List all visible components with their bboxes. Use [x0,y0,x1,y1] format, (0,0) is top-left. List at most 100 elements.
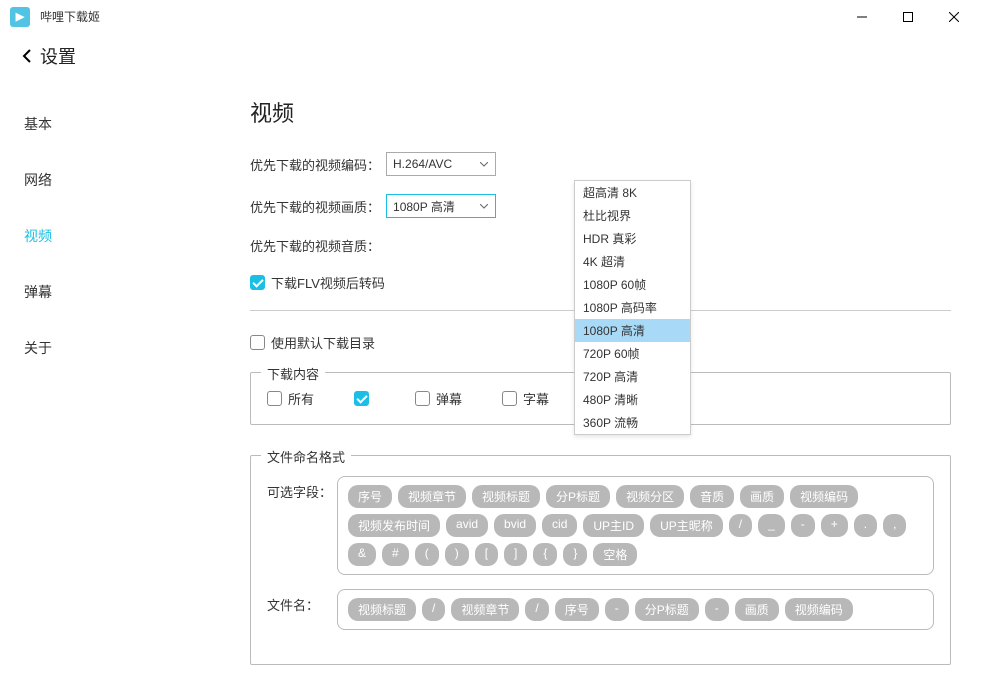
download-content-checkbox[interactable] [267,391,282,406]
sidebar-item-video[interactable]: 视频 [0,208,200,264]
codec-row: 优先下载的视频编码： H.264/AVC [250,152,951,176]
quality-option[interactable]: HDR 真彩 [575,227,690,250]
chevron-down-icon [477,157,491,171]
optional-fields-box: 序号视频章节视频标题分P标题视频分区音质画质视频编码视频发布时间 avid bvid… [337,476,934,575]
quality-option[interactable]: 4K 超清 [575,250,690,273]
filename-chip[interactable]: 视频标题 [348,598,416,621]
filename-chip[interactable]: 分P标题 [635,598,699,621]
sidebar-item-network[interactable]: 网络 [0,152,200,208]
filename-chip[interactable]: 视频章节 [451,598,519,621]
download-content-item [354,389,375,408]
close-button[interactable] [931,2,977,32]
minimize-button[interactable] [839,2,885,32]
optional-field-chip[interactable]: ( [415,543,439,566]
download-content-checkbox[interactable] [502,391,517,406]
optional-field-chip[interactable]: 分P标题 [546,485,610,508]
download-content-label: 字幕 [523,389,549,408]
quality-option[interactable]: 720P 高清 [575,365,690,388]
app-title: 哔哩下载姬 [40,8,839,25]
optional-field-chip[interactable]: ] [504,543,527,566]
optional-field-chip[interactable]: 视频编码 [790,485,858,508]
optional-field-chip[interactable]: } [563,543,587,566]
codec-combo[interactable]: H.264/AVC [386,152,496,176]
codec-label: 优先下载的视频编码： [250,155,380,174]
optional-field-chip[interactable]: / [729,514,752,537]
quality-option[interactable]: 720P 60帧 [575,342,690,365]
filename-chip[interactable]: 画质 [735,598,779,621]
filename-chip[interactable]: - [605,598,629,621]
content-area: 视频 优先下载的视频编码： H.264/AVC 优先下载的视频画质： 1080P… [200,78,981,688]
quality-option[interactable]: 1080P 60帧 [575,273,690,296]
file-naming-title: 文件命名格式 [261,447,351,466]
page-header: 设置 [0,34,981,78]
file-naming-box: 文件命名格式 可选字段： 序号视频章节视频标题分P标题视频分区音质画质视频编码视… [250,455,951,665]
optional-field-chip[interactable]: 视频分区 [616,485,684,508]
quality-combo[interactable]: 1080P 高清 [386,194,496,218]
quality-dropdown: 超高清 8K杜比视界HDR 真彩4K 超清1080P 60帧1080P 高码率1… [574,180,691,435]
optional-field-chip[interactable]: . [854,514,877,537]
audio-label: 优先下载的视频音质： [250,236,380,255]
optional-field-chip[interactable]: { [533,543,557,566]
filename-box: 视频标题/视频章节/序号-分P标题-画质视频编码 [337,589,934,630]
quality-option[interactable]: 360P 流畅 [575,411,690,434]
quality-value: 1080P 高清 [393,198,455,215]
maximize-button[interactable] [885,2,931,32]
optional-field-chip[interactable]: 视频章节 [398,485,466,508]
quality-option[interactable]: 1080P 高码率 [575,296,690,319]
download-content-label: 弹幕 [436,389,462,408]
flv-label: 下载FLV视频后转码 [271,273,385,292]
filename-chip[interactable]: - [705,598,729,621]
optional-field-chip[interactable]: _ [758,514,785,537]
window-controls [839,2,977,32]
filename-chip[interactable]: 序号 [555,598,599,621]
optional-field-chip[interactable]: , [883,514,906,537]
download-content-label: 所有 [288,389,314,408]
chevron-down-icon [477,199,491,213]
filename-label: 文件名： [267,589,337,614]
section-title: 视频 [250,96,951,128]
optional-field-chip[interactable]: + [821,514,848,537]
page-title: 设置 [40,43,76,69]
filename-chip[interactable]: 视频编码 [785,598,853,621]
default-dir-label: 使用默认下载目录 [271,333,375,352]
quality-option[interactable]: 超高清 8K [575,181,690,204]
optional-field-chip[interactable]: UP主昵称 [650,514,723,537]
flv-checkbox[interactable] [250,275,265,290]
sidebar-item-about[interactable]: 关于 [0,320,200,376]
optional-field-chip[interactable]: 序号 [348,485,392,508]
optional-field-chip[interactable]: 视频发布时间 [348,514,440,537]
download-content-title: 下载内容 [261,364,325,383]
download-content-checkbox[interactable] [354,391,369,406]
optional-field-chip[interactable]: cid [542,514,577,537]
optional-field-chip[interactable]: bvid [494,514,536,537]
sidebar-item-danmaku[interactable]: 弹幕 [0,264,200,320]
default-dir-checkbox[interactable] [250,335,265,350]
optional-field-chip[interactable]: ) [445,543,469,566]
optional-field-chip[interactable]: & [348,543,376,566]
codec-value: H.264/AVC [393,157,452,171]
filename-chip[interactable]: / [525,598,548,621]
title-bar: ▶ 哔哩下载姬 [0,0,981,34]
quality-option[interactable]: 杜比视界 [575,204,690,227]
download-content-checkbox[interactable] [415,391,430,406]
optional-field-chip[interactable]: UP主ID [583,514,644,537]
quality-option[interactable]: 480P 清晰 [575,388,690,411]
optional-field-chip[interactable]: # [382,543,409,566]
optional-field-chip[interactable]: 画质 [740,485,784,508]
quality-option[interactable]: 1080P 高清 [575,319,690,342]
optional-field-chip[interactable]: 视频标题 [472,485,540,508]
optional-field-chip[interactable]: [ [475,543,498,566]
optional-field-chip[interactable]: 音质 [690,485,734,508]
quality-label: 优先下载的视频画质： [250,197,380,216]
optional-fields-label: 可选字段： [267,476,337,501]
download-content-item: 字幕 [502,389,549,408]
filename-chip[interactable]: / [422,598,445,621]
optional-field-chip[interactable]: - [791,514,815,537]
sidebar: 基本 网络 视频 弹幕 关于 [0,78,200,688]
optional-field-chip[interactable]: avid [446,514,488,537]
app-icon: ▶ [10,7,30,27]
back-icon[interactable] [20,49,34,63]
optional-field-chip[interactable]: 空格 [593,543,637,566]
download-content-item: 所有 [267,389,314,408]
sidebar-item-basic[interactable]: 基本 [0,96,200,152]
